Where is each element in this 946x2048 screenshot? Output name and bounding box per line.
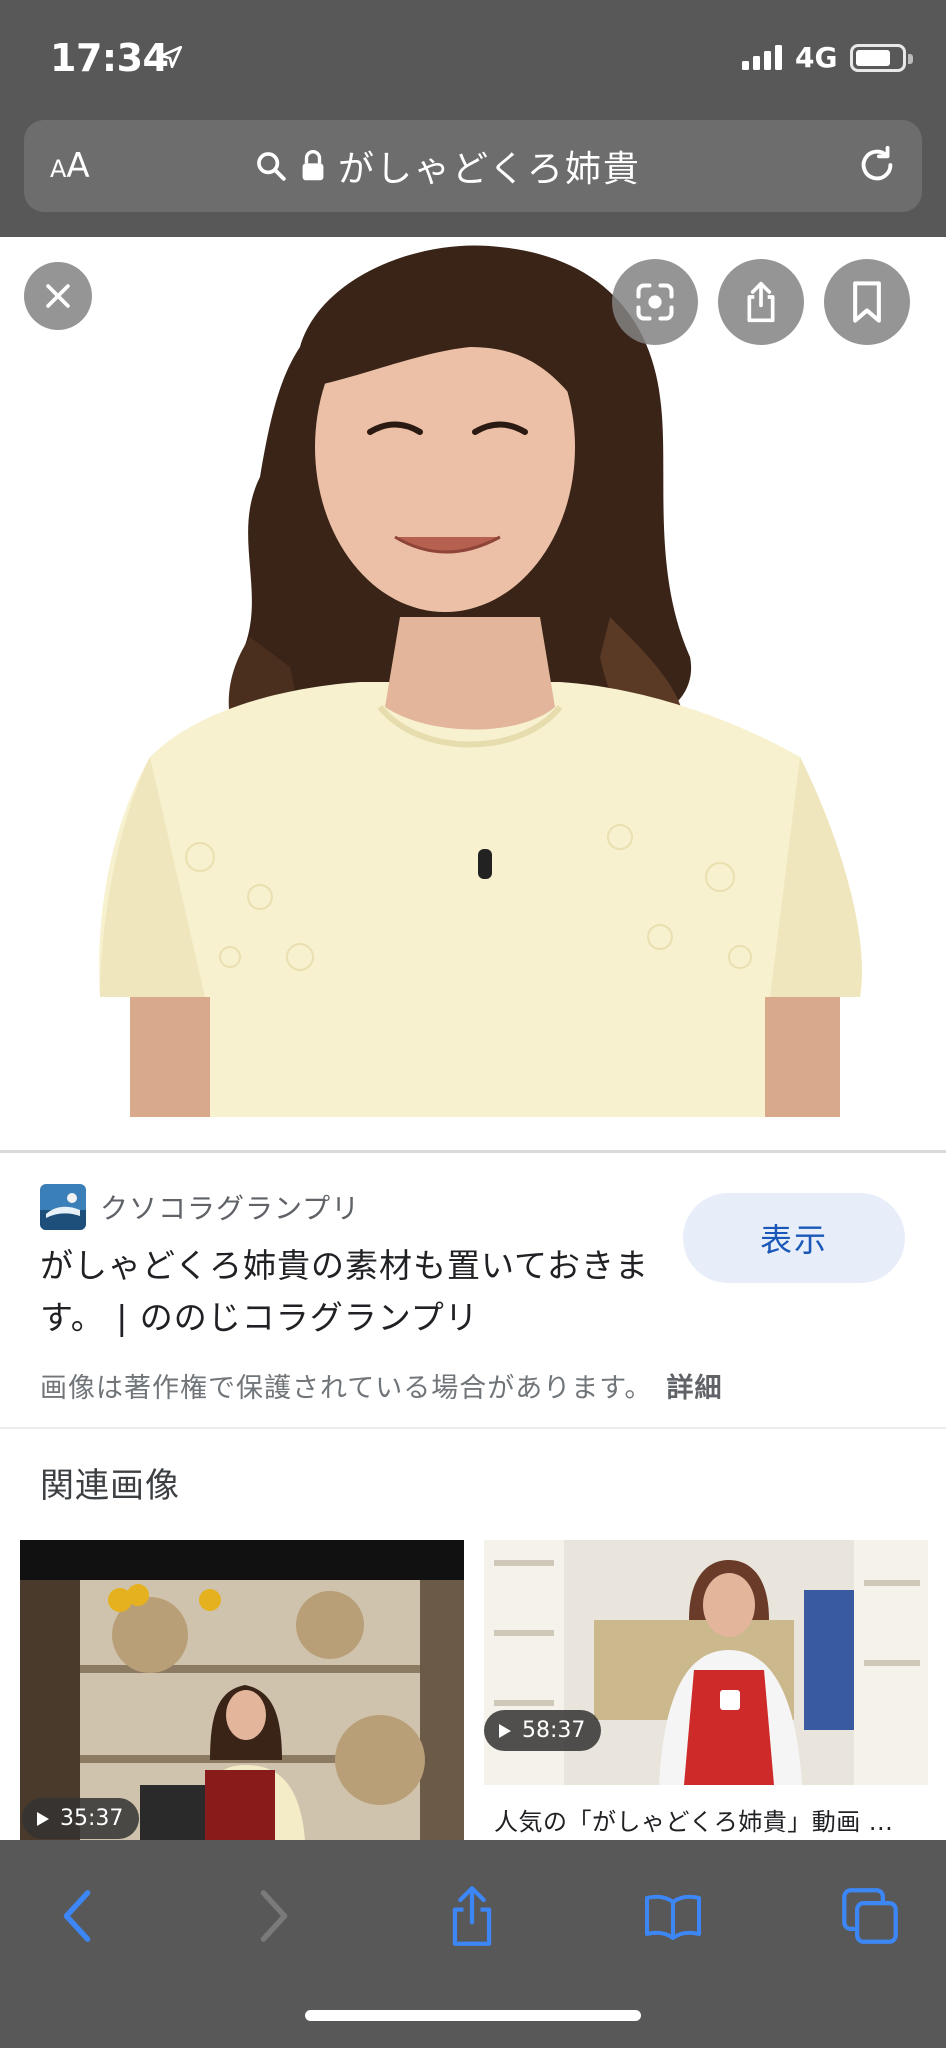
- related-thumbnail: [20, 1540, 464, 1840]
- result-title[interactable]: がしゃどくろ姉貴の素材も置いておきます。 | ののじコラグランプリ: [40, 1240, 660, 1344]
- main-image: [0, 237, 946, 1117]
- search-icon: [257, 152, 286, 181]
- cellular-signal-icon: [742, 44, 784, 70]
- play-icon: [499, 1723, 511, 1738]
- source-favicon-icon: [40, 1184, 86, 1230]
- tabs-icon: [842, 1888, 898, 1944]
- bookmarks-button[interactable]: [633, 1876, 713, 1956]
- video-duration-badge: 58:37: [484, 1710, 602, 1751]
- battery-icon: [850, 44, 913, 72]
- related-image-2[interactable]: 58:37 人気の「がしゃどくろ姉貴」動画 ...: [484, 1540, 928, 1840]
- address-field[interactable]: がしゃどくろ姉貴: [254, 140, 641, 192]
- text-size-button[interactable]: AA: [50, 146, 90, 186]
- book-icon: [645, 1894, 701, 1940]
- play-icon: [37, 1811, 49, 1826]
- copyright-notice: 画像は著作権で保護されている場合があります。 詳細: [40, 1373, 723, 1404]
- details-link[interactable]: 詳細: [667, 1373, 723, 1404]
- share-icon: [747, 281, 775, 323]
- share-image-button[interactable]: [718, 259, 804, 345]
- address-bar[interactable]: AA がしゃどくろ姉貴: [24, 120, 922, 212]
- reload-icon[interactable]: [854, 142, 900, 188]
- save-image-button[interactable]: [824, 259, 910, 345]
- browser-top-bar: 17:34 4G AA がしゃどくろ姉貴: [0, 0, 946, 237]
- home-indicator[interactable]: [305, 2010, 641, 2021]
- divider: [0, 1150, 946, 1153]
- address-text: がしゃどくろ姉貴: [338, 149, 641, 190]
- back-button[interactable]: [38, 1876, 118, 1956]
- tabs-button[interactable]: [830, 1876, 910, 1956]
- image-viewer: [0, 237, 946, 1152]
- related-images-heading: 関連画像: [40, 1466, 180, 1506]
- visit-button[interactable]: 表示: [683, 1193, 905, 1283]
- divider: [0, 1427, 946, 1429]
- location-arrow-icon: [159, 45, 183, 69]
- lock-icon: [302, 150, 324, 181]
- status-time: 17:34: [50, 36, 169, 80]
- close-icon: [46, 284, 70, 308]
- forward-button[interactable]: [233, 1876, 313, 1956]
- bookmark-icon: [853, 281, 881, 323]
- video-duration-badge: 35:37: [22, 1798, 140, 1839]
- source-name: クソコラグランプリ: [100, 1192, 361, 1225]
- network-type: 4G: [795, 41, 838, 74]
- lens-search-button[interactable]: [612, 259, 698, 345]
- chevron-left-icon: [63, 1890, 91, 1942]
- source-row[interactable]: クソコラグランプリ: [40, 1184, 360, 1230]
- close-button[interactable]: [24, 262, 92, 330]
- lens-icon: [636, 283, 674, 321]
- share-button[interactable]: [432, 1876, 512, 1956]
- browser-bottom-toolbar: [0, 1840, 946, 2048]
- related-caption[interactable]: 人気の「がしゃどくろ姉貴」動画 ...: [494, 1802, 914, 1837]
- share-icon: [452, 1886, 492, 1946]
- chevron-right-icon: [260, 1890, 288, 1942]
- related-image-1[interactable]: 35:37: [20, 1540, 464, 1840]
